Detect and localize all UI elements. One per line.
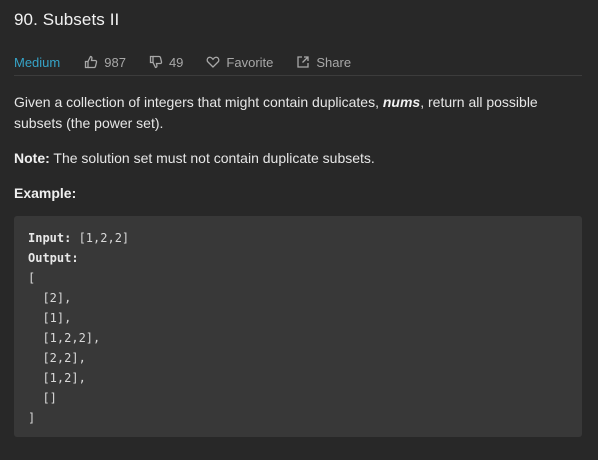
description-text-prefix: Given a collection of integers that migh… <box>14 94 383 110</box>
problem-meta-bar: Medium 987 49 Favorite Share <box>14 51 582 73</box>
example-code-block: Input: [1,2,2] Output: [ [2], [1], [1,2,… <box>14 216 582 437</box>
output-label: Output: <box>28 251 79 265</box>
like-count: 987 <box>104 54 126 70</box>
header-divider <box>14 75 582 76</box>
note-paragraph: Note: The solution set must not contain … <box>14 148 582 169</box>
description-paragraph: Given a collection of integers that migh… <box>14 92 582 134</box>
variable-name: nums <box>382 94 421 110</box>
favorite-button[interactable]: Favorite <box>206 55 273 70</box>
input-line: Input: [1,2,2] <box>28 228 568 248</box>
share-button[interactable]: Share <box>296 55 351 70</box>
problem-description-panel: 90. Subsets II Medium 987 49 Favorite Sh… <box>0 0 598 460</box>
input-value: [1,2,2] <box>71 231 130 245</box>
problem-statement: Given a collection of integers that migh… <box>14 92 582 204</box>
thumbs-down-icon <box>149 55 163 69</box>
output-line: [1,2,2], <box>28 331 101 345</box>
note-label: Note: <box>14 150 50 166</box>
note-text: The solution set must not contain duplic… <box>49 150 375 166</box>
output-line: [ <box>28 271 36 285</box>
difficulty-label: Medium <box>14 54 61 70</box>
share-label: Share <box>316 54 352 70</box>
dislike-button[interactable]: 49 <box>149 55 183 70</box>
output-line: [1,2], <box>28 371 86 385</box>
output-label-line: Output: <box>28 248 568 268</box>
share-icon <box>296 55 310 69</box>
output-line: ] <box>28 411 36 425</box>
favorite-label: Favorite <box>226 54 274 70</box>
output-line: [2,2], <box>28 351 86 365</box>
output-line: [2], <box>28 291 72 305</box>
problem-title: 90. Subsets II <box>14 10 120 29</box>
output-line: [1], <box>28 311 72 325</box>
example-heading: Example: <box>14 185 77 201</box>
output-line: [] <box>28 391 57 405</box>
heart-icon <box>206 55 220 69</box>
input-label: Input: <box>28 231 72 245</box>
like-button[interactable]: 987 <box>84 55 126 70</box>
thumbs-up-icon <box>84 55 98 69</box>
dislike-count: 49 <box>168 54 184 70</box>
